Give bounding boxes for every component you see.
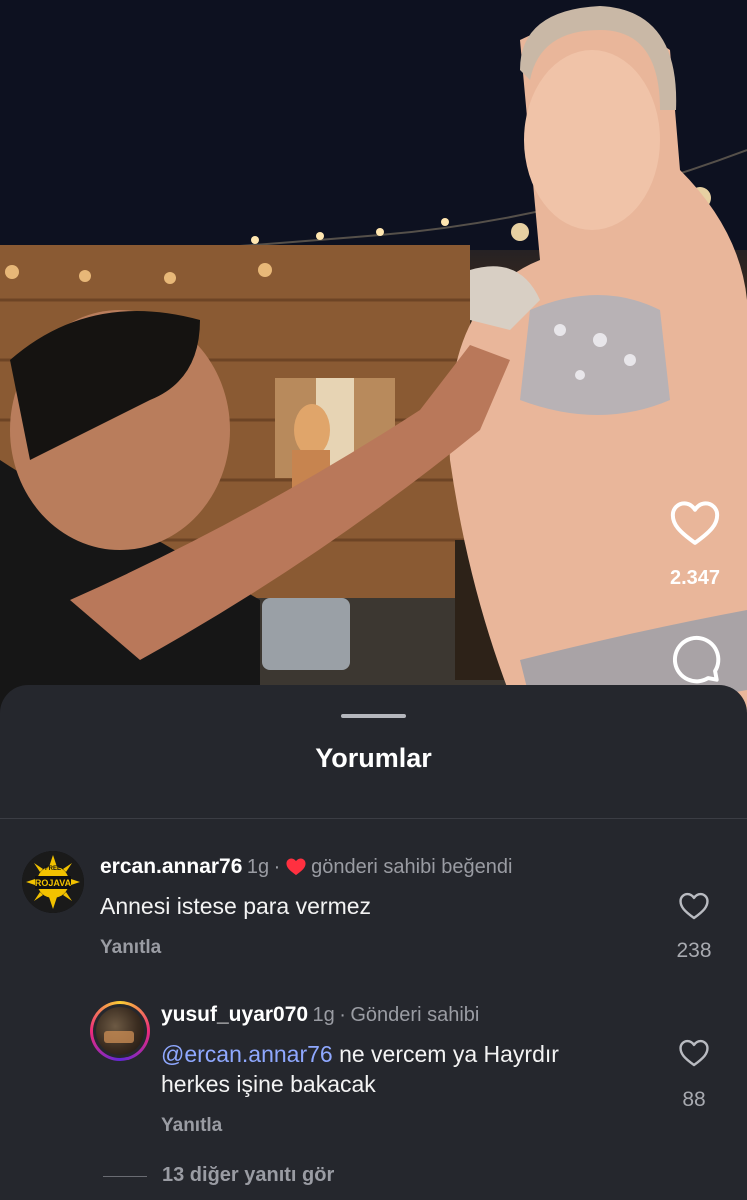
comment-like-count: 238 [676,939,712,962]
comment-text: Annesi istese para vermez [100,893,372,919]
heart-outline-icon[interactable] [677,1036,711,1070]
heart-outline-icon[interactable] [667,495,723,551]
mention-link[interactable]: @ercan.annar76 [161,1041,333,1067]
avatar-text-top: FREE [44,866,61,872]
sheet-title: Yorumlar [315,743,432,773]
reply-button[interactable]: Yanıtla [100,937,161,959]
heart-outline-icon[interactable] [677,889,711,923]
speech-bubble-icon[interactable] [667,630,723,686]
reply-text: @ercan.annar76 ne vercem ya Hayrdır [161,1039,559,1069]
separator-dot: · [339,1004,346,1026]
separator-dot: · [273,856,281,878]
view-more-replies-button[interactable]: 13 diğer yanıtı gör [162,1164,334,1187]
liked-by-author-text: gönderi sahibi beğendi [311,856,513,878]
reply-time: 1g [312,1004,335,1026]
comment-header: ercan.annar76 1g · gönderi sahibi beğend… [100,855,512,881]
avatar-text-main: ROJAVA [34,878,72,888]
divider [0,818,747,819]
heart-filled-icon [285,856,307,881]
video-frame-illustration [0,0,747,720]
avatar[interactable]: FREE ROJAVA [22,851,84,913]
divider [103,1176,147,1177]
reply-text-line2: herkes işine bakacak [161,1071,376,1097]
reply-text-line1: ne vercem ya Hayrdır [332,1041,559,1067]
reply-button[interactable]: Yanıtla [161,1115,222,1137]
reply-like-count: 88 [682,1088,706,1111]
avatar[interactable] [90,1001,150,1061]
author-badge: Gönderi sahibi [350,1004,480,1026]
post-video[interactable]: 2.347 [0,0,747,720]
comments-sheet: Yorumlar FREE ROJAVA ercan.annar76 1g · [0,685,747,1200]
reply-username[interactable]: yusuf_uyar070 [161,1003,308,1026]
sheet-grabber-handle[interactable] [341,714,406,718]
comment-username[interactable]: ercan.annar76 [100,855,242,878]
comment-time: 1g [246,856,270,878]
like-count: 2.347 [669,567,721,589]
reply-header: yusuf_uyar070 1g · Gönderi sahibi [161,1003,479,1027]
